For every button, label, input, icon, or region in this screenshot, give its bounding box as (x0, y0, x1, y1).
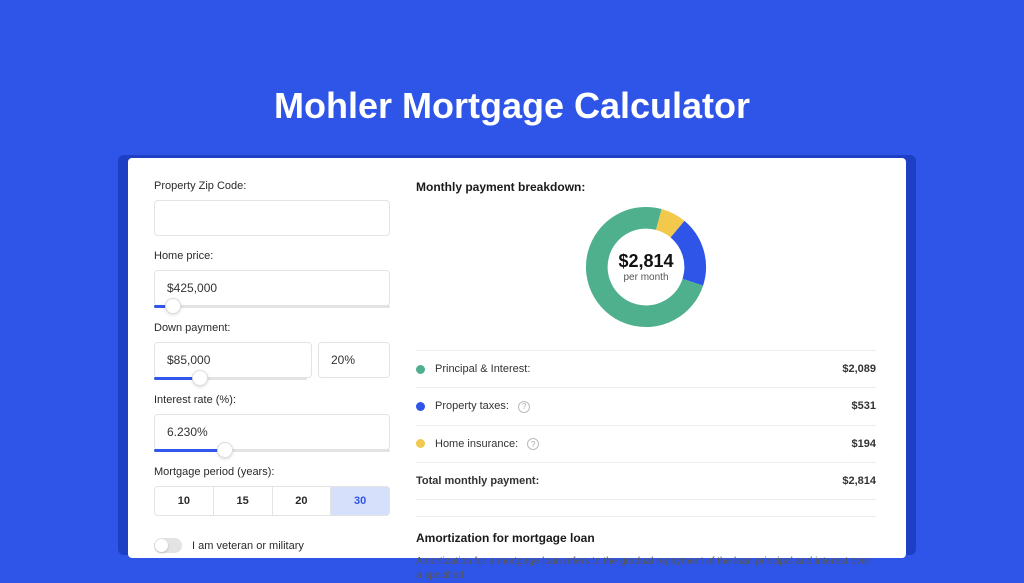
price-input[interactable] (154, 270, 390, 306)
dot-icon (416, 439, 425, 448)
period-label: Mortgage period (years): (154, 466, 390, 478)
price-label: Home price: (154, 250, 390, 262)
amortization-section: Amortization for mortgage loan Amortizat… (416, 516, 876, 583)
legend-name: Principal & Interest: (435, 363, 842, 375)
legend-total: Total monthly payment: $2,814 (416, 462, 876, 500)
veteran-label: I am veteran or military (192, 540, 304, 552)
calculator-card: Property Zip Code: Home price: Down paym… (128, 158, 906, 558)
rate-slider[interactable] (154, 449, 390, 452)
period-field: Mortgage period (years): 10 15 20 30 (154, 466, 390, 516)
legend-taxes: Property taxes: ? $531 (416, 387, 876, 425)
help-icon[interactable]: ? (527, 438, 539, 450)
legend-insurance: Home insurance: ? $194 (416, 425, 876, 463)
price-field: Home price: (154, 250, 390, 308)
price-slider-thumb[interactable] (165, 298, 181, 314)
amortization-text: Amortization for a mortgage loan refers … (416, 555, 876, 583)
amortization-title: Amortization for mortgage loan (416, 531, 876, 545)
legend-name: Home insurance: ? (435, 438, 852, 451)
legend-value: $531 (852, 400, 876, 412)
legend-name: Property taxes: ? (435, 400, 852, 413)
donut-sublabel: per month (623, 272, 668, 283)
donut-chart: $2,814 per month (581, 202, 711, 332)
zip-label: Property Zip Code: (154, 180, 390, 192)
veteran-toggle[interactable] (154, 538, 182, 553)
donut-amount: $2,814 (618, 251, 673, 272)
dot-icon (416, 365, 425, 374)
zip-input[interactable] (154, 200, 390, 236)
down-slider[interactable] (154, 377, 307, 380)
help-icon[interactable]: ? (518, 401, 530, 413)
zip-field: Property Zip Code: (154, 180, 390, 236)
breakdown-panel: Monthly payment breakdown: $2,814 per mo… (416, 180, 876, 558)
down-amount-input[interactable] (154, 342, 312, 378)
form-panel: Property Zip Code: Home price: Down paym… (154, 180, 390, 558)
rate-field: Interest rate (%): (154, 394, 390, 452)
breakdown-title: Monthly payment breakdown: (416, 180, 876, 194)
legend-principal: Principal & Interest: $2,089 (416, 350, 876, 387)
legend-value: $194 (852, 438, 876, 450)
total-name: Total monthly payment: (416, 475, 842, 487)
down-label: Down payment: (154, 322, 390, 334)
dot-icon (416, 402, 425, 411)
page-title: Mohler Mortgage Calculator (0, 85, 1024, 127)
veteran-toggle-knob (155, 539, 168, 552)
veteran-row: I am veteran or military (154, 538, 390, 553)
down-pct-input[interactable] (318, 342, 390, 378)
down-field: Down payment: (154, 322, 390, 380)
donut-center: $2,814 per month (581, 202, 711, 332)
rate-input[interactable] (154, 414, 390, 450)
rate-label: Interest rate (%): (154, 394, 390, 406)
rate-slider-thumb[interactable] (217, 442, 233, 458)
price-slider[interactable] (154, 305, 390, 308)
total-value: $2,814 (842, 475, 876, 487)
donut-chart-wrap: $2,814 per month (416, 202, 876, 332)
down-slider-thumb[interactable] (192, 370, 208, 386)
legend-value: $2,089 (842, 363, 876, 375)
